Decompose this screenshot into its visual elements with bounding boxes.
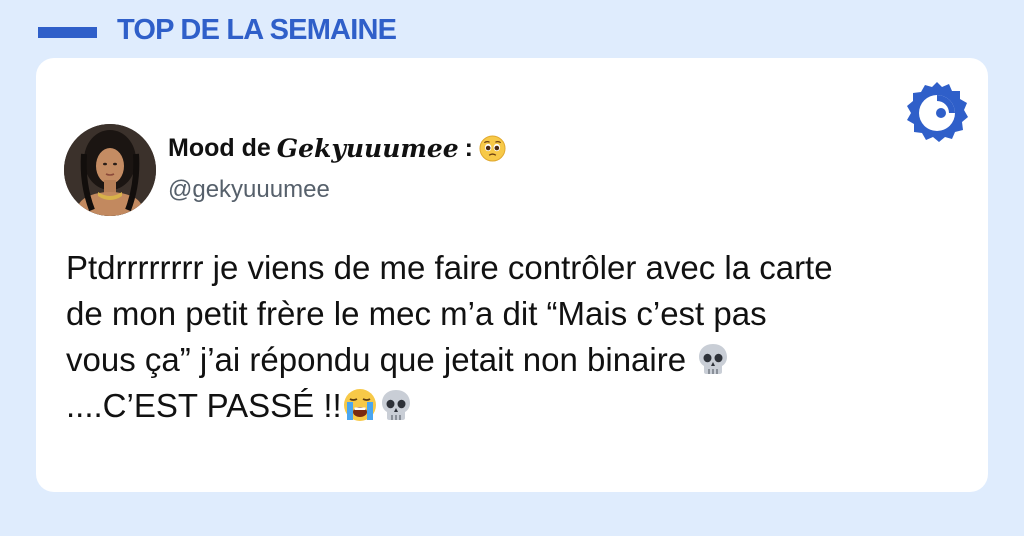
- author-name-suffix: :: [464, 134, 473, 162]
- header-accent-bar: [38, 27, 97, 38]
- loudly-crying-face-icon: [343, 389, 376, 421]
- avatar[interactable]: [64, 124, 156, 216]
- tweet-line-with-emoji: ....C’EST PASSÉ !!: [66, 383, 966, 429]
- tweet-line-text: vous ça” j’ai répondu que jetait non bin…: [66, 341, 687, 378]
- avatar-image: [64, 124, 156, 216]
- tweet-line-with-emoji: vous ça” j’ai répondu que jetait non bin…: [66, 337, 966, 383]
- skull-icon: [381, 390, 410, 420]
- author-handle[interactable]: @gekyuuumee: [168, 176, 330, 204]
- brand-logo-icon: [907, 82, 968, 142]
- tweet-body: Ptdrrrrrrrr je viens de me faire contrôl…: [66, 245, 966, 429]
- author-name-prefix: Mood de: [168, 134, 271, 162]
- pleading-face-icon: [479, 135, 506, 162]
- tweet-line: Ptdrrrrrrrr je viens de me faire contrôl…: [66, 249, 833, 286]
- tweet-card: Mood de 𝑮𝒆𝒌𝒚𝒖𝒖𝒖𝒎𝒆𝒆 : @gekyuuumee Ptdrrrr…: [36, 58, 988, 492]
- author-name[interactable]: Mood de 𝑮𝒆𝒌𝒚𝒖𝒖𝒖𝒎𝒆𝒆 :: [168, 134, 506, 163]
- skull-icon: [699, 344, 728, 374]
- section-title: TOP DE LA SEMAINE: [117, 14, 397, 46]
- tweet-line-text: ....C’EST PASSÉ !!: [66, 387, 342, 424]
- tweet-line: de mon petit frère le mec m’a dit “Mais …: [66, 295, 767, 332]
- author-name-styled: 𝑮𝒆𝒌𝒚𝒖𝒖𝒖𝒎𝒆𝒆: [276, 134, 459, 163]
